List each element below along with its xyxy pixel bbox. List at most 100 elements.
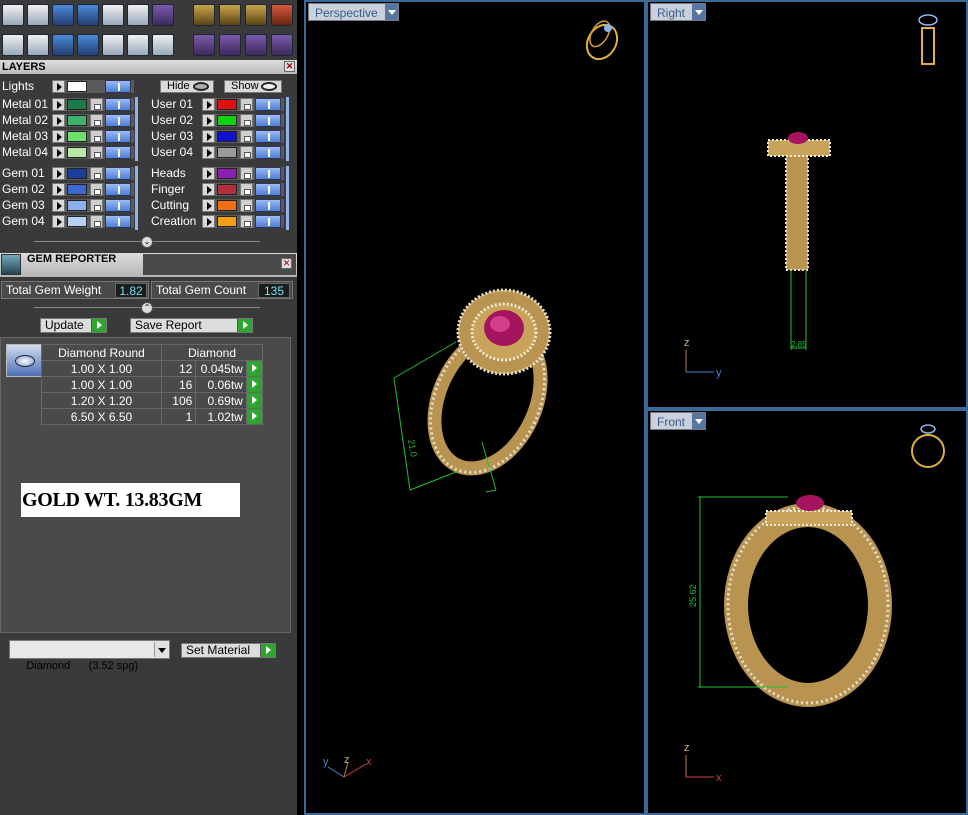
row-go-button[interactable] — [245, 408, 264, 425]
lock-icon[interactable] — [90, 130, 103, 143]
layer-control[interactable] — [52, 114, 134, 127]
arrow-icon[interactable] — [202, 146, 215, 159]
visibility-toggle[interactable] — [255, 199, 281, 212]
layer-color-swatch[interactable] — [67, 184, 87, 195]
collapse-layers-icon[interactable]: ⌄ — [141, 236, 153, 248]
wrench-icon[interactable] — [27, 4, 49, 26]
front-viewport[interactable]: Front 25.62 z x — [646, 409, 968, 815]
layer-control[interactable] — [202, 130, 284, 143]
lights-control[interactable] — [52, 80, 134, 93]
arrow-icon[interactable] — [52, 215, 65, 228]
cube-box-icon[interactable] — [52, 34, 74, 56]
lock-icon[interactable] — [90, 183, 103, 196]
lock-icon[interactable] — [240, 167, 253, 180]
lock-icon[interactable] — [240, 199, 253, 212]
layer-control[interactable] — [202, 199, 284, 212]
grid-icon[interactable] — [2, 34, 24, 56]
lock-icon[interactable] — [90, 199, 103, 212]
arrow-icon[interactable] — [202, 199, 215, 212]
layer-color-swatch[interactable] — [217, 184, 237, 195]
cube-icon[interactable] — [77, 4, 99, 26]
layer-color-swatch[interactable] — [217, 147, 237, 158]
visibility-toggle[interactable] — [105, 167, 131, 180]
lock-icon[interactable] — [240, 215, 253, 228]
row-go-button[interactable] — [245, 360, 264, 377]
layer-color-swatch[interactable] — [67, 168, 87, 179]
lock-icon[interactable] — [90, 146, 103, 159]
gem-icon[interactable] — [193, 34, 215, 56]
perspective-viewport[interactable]: Perspective 21.0 y z x — [304, 0, 646, 815]
layer-color-swatch[interactable] — [67, 216, 87, 227]
filter-icon[interactable] — [102, 34, 124, 56]
gem-settings-icon[interactable] — [245, 34, 267, 56]
layer-control[interactable] — [202, 146, 284, 159]
layer-color-swatch[interactable] — [67, 131, 87, 142]
arrow-icon[interactable] — [52, 167, 65, 180]
gem-copy-icon[interactable] — [271, 34, 293, 56]
arrow-icon[interactable] — [52, 114, 65, 127]
arrow-icon[interactable] — [52, 183, 65, 196]
row-go-button[interactable] — [245, 392, 264, 409]
visibility-toggle[interactable] — [255, 215, 281, 228]
layer-color-swatch[interactable] — [217, 216, 237, 227]
material-select[interactable]: Diamond (3.52 spg) — [9, 640, 170, 672]
brush-icon[interactable] — [193, 4, 215, 26]
arrow-icon[interactable] — [202, 167, 215, 180]
layer-color-swatch[interactable] — [217, 115, 237, 126]
layer-color-swatch[interactable] — [67, 99, 87, 110]
visibility-toggle[interactable] — [105, 80, 131, 93]
blue-cube-icon[interactable] — [152, 4, 174, 26]
row-go-button[interactable] — [245, 376, 264, 393]
layer-control[interactable] — [202, 215, 284, 228]
visibility-toggle[interactable] — [255, 130, 281, 143]
visibility-toggle[interactable] — [255, 183, 281, 196]
arrow-icon[interactable] — [52, 199, 65, 212]
arrow-icon[interactable] — [202, 183, 215, 196]
lock-icon[interactable] — [240, 114, 253, 127]
chevron-down-icon[interactable] — [154, 642, 168, 657]
arrow-icon[interactable] — [202, 215, 215, 228]
layer-color-swatch[interactable] — [67, 200, 87, 211]
arrow-icon[interactable] — [52, 98, 65, 111]
show-button[interactable]: Show — [224, 80, 282, 93]
layer-control[interactable] — [202, 98, 284, 111]
visibility-toggle[interactable] — [105, 114, 131, 127]
layer-control[interactable] — [52, 167, 134, 180]
visibility-toggle[interactable] — [105, 215, 131, 228]
close-icon[interactable]: ✕ — [281, 258, 292, 269]
layer-control[interactable] — [52, 98, 134, 111]
layer-control[interactable] — [52, 199, 134, 212]
arrow-icon[interactable] — [202, 114, 215, 127]
settings-icon[interactable] — [2, 4, 24, 26]
update-button[interactable]: Update — [40, 318, 107, 333]
visibility-toggle[interactable] — [255, 146, 281, 159]
visibility-toggle[interactable] — [105, 183, 131, 196]
close-icon[interactable]: ✕ — [284, 61, 295, 72]
collapse-report-icon[interactable]: ⌃ — [141, 302, 153, 314]
lock-icon[interactable] — [240, 98, 253, 111]
monitor-icon[interactable] — [27, 34, 49, 56]
lock-icon[interactable] — [240, 183, 253, 196]
layer-color-swatch[interactable] — [217, 99, 237, 110]
visibility-toggle[interactable] — [105, 130, 131, 143]
arrow-icon[interactable] — [52, 130, 65, 143]
book-icon[interactable] — [77, 34, 99, 56]
layer-color-swatch[interactable] — [67, 115, 87, 126]
layer-color-swatch[interactable] — [67, 147, 87, 158]
lock-icon[interactable] — [90, 167, 103, 180]
visibility-toggle[interactable] — [105, 199, 131, 212]
lock-icon[interactable] — [240, 146, 253, 159]
layer-color-swatch[interactable] — [217, 168, 237, 179]
frame-icon[interactable] — [219, 4, 241, 26]
gem-rotate-icon[interactable] — [219, 34, 241, 56]
lock-icon[interactable] — [90, 98, 103, 111]
lock-icon[interactable] — [90, 215, 103, 228]
document-icon[interactable] — [102, 4, 124, 26]
save-report-button[interactable]: Save Report — [130, 318, 253, 333]
arrow-icon[interactable] — [202, 98, 215, 111]
layer-control[interactable] — [52, 146, 134, 159]
visibility-toggle[interactable] — [255, 114, 281, 127]
frame2-icon[interactable] — [245, 4, 267, 26]
right-viewport[interactable]: Right 2.85 z y — [646, 0, 968, 409]
visibility-toggle[interactable] — [255, 167, 281, 180]
